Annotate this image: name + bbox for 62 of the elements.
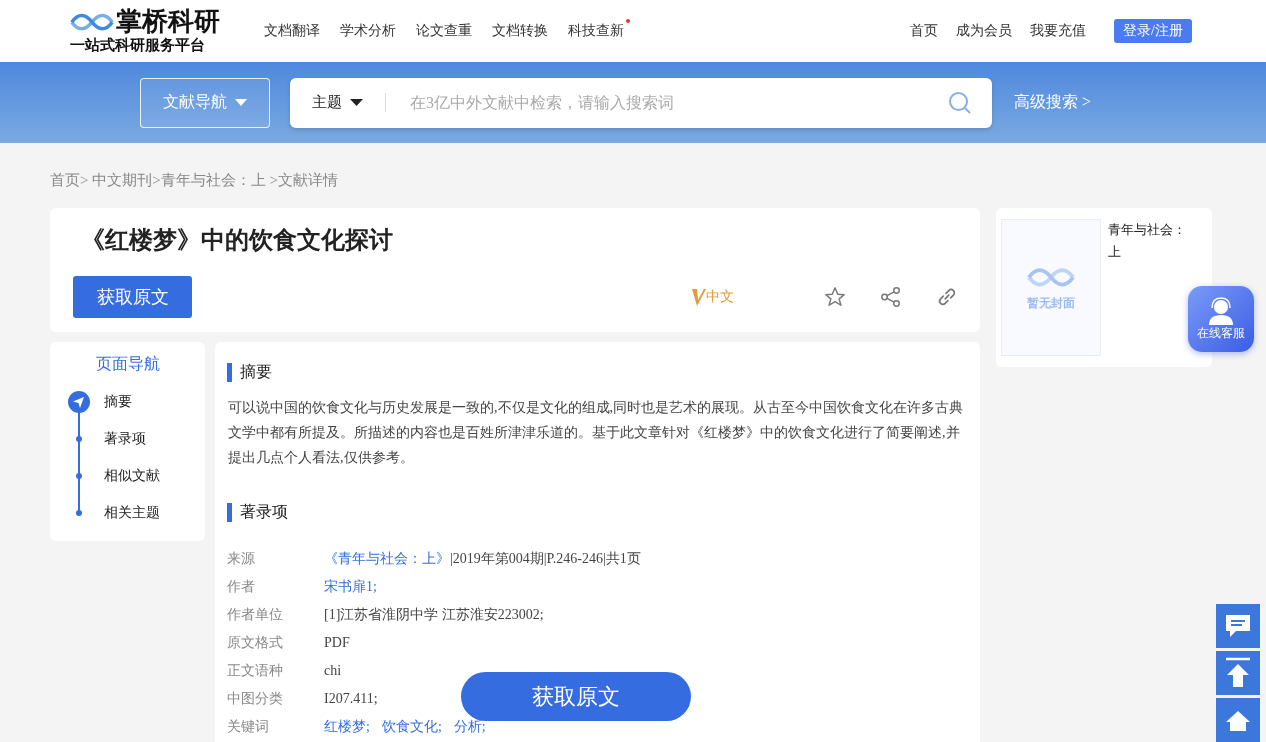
search-field[interactable]: 主题 在3亿中外文献中检索，请输入搜索词 (290, 77, 992, 128)
field-value: |2019年第004期|P.246-246|共1页 (450, 551, 641, 567)
nav-link[interactable]: 学术分析 (340, 22, 396, 40)
field-value: [1]江苏省淮阴中学 江苏淮安223002; (324, 607, 544, 623)
nav-link[interactable]: 文档转换 (492, 22, 548, 40)
get-fulltext-button[interactable]: 获取原文 (73, 276, 192, 318)
breadcrumb: 首页> 中文期刊>青年与社会：上 >文献详情 (50, 171, 339, 190)
field-link[interactable]: 《青年与社会：上》 (324, 551, 450, 567)
field-link[interactable]: 饮食文化; (381, 719, 442, 735)
field-label: 来源 (227, 551, 256, 567)
field-label: 正文语种 (227, 663, 284, 679)
get-fulltext-button[interactable]: 获取原文 (461, 672, 691, 721)
share-icon[interactable] (880, 286, 902, 308)
link-icon[interactable] (936, 286, 958, 308)
home-icon (1225, 709, 1251, 731)
home-button[interactable] (1216, 698, 1260, 742)
page-nav-item[interactable]: 摘要 (104, 392, 132, 411)
field-label: 作者 (227, 579, 256, 595)
field-link[interactable]: 宋书扉1; (324, 579, 377, 595)
header-link[interactable]: 成为会员 (956, 22, 1013, 40)
abstract-text: 可以说中国的饮食文化与历史发展是一致的,不仅是文化的组成,同时也是艺术的展现。从古至今中国饮食文化在许多古典文学中都有所提及。所描述的内容也是百姓所津津乐道的。基于此文章针对《红楼梦》中的饮食文化进行了简要阐述,并提出几点个人看法,仅供参考。 (228, 399, 964, 467)
page-nav-item[interactable]: 相关主题 (104, 503, 160, 522)
language-label: 中文 (706, 288, 734, 306)
section-heading: 著录项 (240, 502, 288, 522)
caret-icon (235, 98, 247, 107)
field-label: 中图分类 (227, 691, 284, 707)
support-agent-icon (1206, 296, 1236, 325)
scope-dropdown[interactable]: 主题 (312, 93, 386, 112)
search-icon[interactable] (948, 90, 972, 115)
field-link[interactable]: 分析; (453, 719, 486, 735)
header-link[interactable]: 首页 (910, 22, 939, 40)
caret-icon (350, 98, 363, 107)
page-nav-item[interactable]: 相似文献 (104, 466, 160, 485)
online-service-button[interactable]: 在线客服 (1188, 286, 1254, 352)
article-title: 《红楼梦》中的饮食文化探讨 (81, 226, 394, 255)
section-marker (227, 363, 232, 382)
field-label: 作者单位 (227, 607, 284, 623)
logo-title: 掌桥科研 (116, 8, 220, 36)
star-icon[interactable] (824, 286, 846, 308)
cover-caption: 暂无封面 (1027, 295, 1075, 313)
nav-link[interactable]: 论文查重 (416, 22, 472, 40)
field-link[interactable]: 红楼梦; (324, 719, 370, 735)
nav-link[interactable]: 文档翻译 (264, 22, 320, 40)
journal-name[interactable]: 青年与社会：上 (1108, 219, 1186, 263)
v-logo-icon (692, 288, 706, 306)
page-nav-item[interactable]: 著录项 (104, 429, 146, 448)
field-label: 关键词 (227, 719, 270, 735)
arrow-up-icon (1225, 657, 1251, 689)
header-link[interactable]: 我要充值 (1030, 22, 1087, 40)
chat-icon (1224, 613, 1252, 639)
section-marker (227, 503, 232, 522)
field-value: chi (324, 663, 342, 679)
field-value: PDF (324, 635, 350, 651)
feedback-button[interactable] (1216, 604, 1260, 648)
field-label: 原文格式 (227, 635, 284, 651)
login-button[interactable]: 登录/注册 (1114, 19, 1192, 43)
page-nav-title: 页面导航 (94, 354, 161, 374)
field-value: I207.411; (324, 691, 378, 707)
back-to-top-button[interactable] (1216, 651, 1260, 695)
section-heading: 摘要 (240, 362, 272, 382)
nav-link[interactable]: 科技查新 (568, 22, 624, 40)
logo-subtitle: 一站式科研服务平台 (70, 36, 206, 54)
